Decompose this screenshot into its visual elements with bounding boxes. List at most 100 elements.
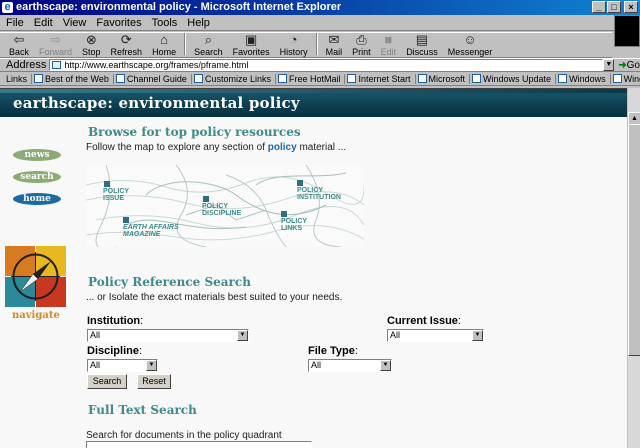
site-banner: earthscape: environmental policy: [0, 89, 627, 117]
menu-file[interactable]: File: [6, 17, 24, 29]
compass-icon[interactable]: [5, 246, 66, 307]
home-button[interactable]: ⌂ Home: [147, 32, 181, 58]
nav-home-button[interactable]: home: [13, 193, 61, 205]
link-free-hotmail[interactable]: Free HotMail: [274, 73, 340, 84]
menu-help[interactable]: Help: [187, 17, 210, 29]
address-url: http://www.earthscape.org/frames/pframe.…: [64, 60, 249, 70]
browse-heading: Browse for top policy resources: [88, 125, 301, 139]
search-button[interactable]: ⌕ Search: [189, 32, 228, 58]
reference-heading: Policy Reference Search: [88, 275, 251, 289]
menu-bar: File Edit View Favorites Tools Help: [0, 15, 640, 47]
map-marker-discipline: [203, 196, 209, 202]
scroll-thumb[interactable]: [628, 124, 640, 356]
go-button[interactable]: ➜Go: [618, 60, 640, 71]
refresh-button[interactable]: ⟳ Refresh: [106, 32, 148, 58]
file-type-select[interactable]: All ▼: [308, 359, 392, 372]
edit-button[interactable]: ■ Edit: [376, 32, 402, 58]
map-link-policy-issue[interactable]: POLICY ISSUE: [103, 188, 129, 202]
printer-icon: ⎙: [356, 32, 367, 47]
back-button[interactable]: ⇦ Back: [4, 32, 34, 58]
print-button[interactable]: ⎙ Print: [347, 32, 376, 58]
maximize-button[interactable]: □: [607, 1, 621, 13]
toolbar-separator: [184, 33, 187, 55]
go-arrow-icon: ➜: [618, 59, 627, 71]
map-link-policy-discipline[interactable]: POLICY DISCIPLINE: [202, 203, 241, 217]
map-marker-earth-affairs: [123, 217, 129, 223]
link-best-of-web[interactable]: Best of the Web: [31, 73, 109, 84]
current-issue-select[interactable]: All ▼: [387, 329, 484, 342]
link-page-icon: [558, 74, 568, 83]
menu-tools[interactable]: Tools: [152, 17, 178, 29]
address-bar: Address http://www.earthscape.org/frames…: [0, 58, 640, 72]
link-windows-update[interactable]: Windows Update: [469, 73, 551, 84]
link-page-icon: [472, 74, 482, 83]
map-link-earth-affairs[interactable]: EARTH AFFAIRS MAGAZINE: [123, 224, 179, 238]
search-submit-button[interactable]: Search: [87, 374, 127, 389]
close-button[interactable]: ×: [624, 1, 638, 13]
messenger-icon: ☺: [463, 32, 477, 47]
forward-button[interactable]: ⇨ Forward: [34, 32, 77, 58]
fulltext-search-input[interactable]: [86, 441, 312, 448]
toolbar-separator: [315, 33, 318, 55]
policy-map[interactable]: POLICY ISSUE EARTH AFFAIRS MAGAZINE POLICY…: [86, 165, 364, 247]
reset-button[interactable]: Reset: [137, 374, 171, 389]
vertical-scrollbar[interactable]: ▲: [627, 88, 640, 448]
home-icon: ⌂: [160, 32, 168, 47]
file-type-label: File Type:: [308, 345, 358, 357]
favorites-button[interactable]: ▣ Favorites: [228, 32, 275, 58]
address-dropdown-button[interactable]: ▼: [603, 59, 615, 71]
menu-favorites[interactable]: Favorites: [96, 17, 141, 29]
link-windows[interactable]: Windows: [555, 73, 606, 84]
chevron-down-icon: ▼: [237, 330, 248, 341]
link-page-icon: [347, 74, 357, 83]
menu-view[interactable]: View: [63, 17, 87, 29]
map-link-policy-institution[interactable]: POLICY INSTITUTION: [297, 187, 341, 201]
back-arrow-icon: ⇦: [13, 32, 25, 47]
map-marker-institution: [297, 180, 303, 186]
mail-icon: ✉: [328, 32, 340, 47]
messenger-button[interactable]: ☺ Messenger: [443, 32, 498, 58]
history-button[interactable]: ◔ History: [275, 32, 313, 58]
nav-news-button[interactable]: news: [13, 149, 61, 161]
banner-strip: [0, 89, 627, 93]
link-page-icon: [34, 74, 44, 83]
window-title: earthscape: environmental policy - Micro…: [16, 1, 342, 13]
browse-text: Follow the map to explore any section of…: [86, 142, 347, 153]
current-issue-label: Current Issue:: [387, 315, 461, 327]
map-marker-links: [281, 211, 287, 217]
link-channel-guide[interactable]: Channel Guide: [112, 73, 187, 84]
history-icon: ◔: [289, 32, 298, 47]
link-page-icon: [612, 74, 622, 83]
fulltext-text: Search for documents in the policy quadr…: [86, 430, 282, 441]
favorites-folder-icon: ▣: [244, 32, 258, 47]
nav-search-button[interactable]: search: [13, 171, 61, 183]
fulltext-heading: Full Text Search: [88, 403, 197, 417]
link-windows-media[interactable]: Windows Media: [609, 73, 640, 84]
discipline-select[interactable]: All ▼: [87, 359, 158, 372]
discuss-button[interactable]: ▤ Discuss: [401, 32, 443, 58]
address-input[interactable]: http://www.earthscape.org/frames/pframe.…: [49, 59, 604, 71]
browser-throbber-logo: [614, 15, 640, 47]
institution-label: Institution:: [87, 315, 144, 327]
edit-icon: ■: [384, 32, 393, 47]
link-internet-start[interactable]: Internet Start: [344, 73, 411, 84]
map-marker-issue: [104, 181, 110, 187]
navigate-label[interactable]: navigate: [12, 310, 60, 321]
forward-arrow-icon: ⇨: [50, 32, 61, 47]
page-content: earthscape: environmental policy news se…: [0, 88, 627, 448]
menu-edit[interactable]: Edit: [34, 17, 53, 29]
stop-icon: ⊗: [85, 32, 97, 47]
link-customize-links[interactable]: Customize Links: [190, 73, 271, 84]
page-icon: [52, 61, 62, 69]
stop-button[interactable]: ⊗ Stop: [77, 32, 106, 58]
link-page-icon: [115, 74, 125, 83]
discuss-icon: ▤: [415, 32, 429, 47]
toolbar: ⇦ Back ⇨ Forward ⊗ Stop ⟳ Refresh ⌂ Home ⌕ Sea…: [0, 32, 612, 58]
policy-link[interactable]: policy: [268, 142, 297, 153]
institution-select[interactable]: All ▼: [87, 329, 249, 342]
chevron-down-icon: ▼: [380, 360, 391, 371]
minimize-button[interactable]: _: [592, 1, 606, 13]
mail-button[interactable]: ✉ Mail: [321, 32, 348, 58]
link-microsoft[interactable]: Microsoft: [414, 73, 465, 84]
map-link-policy-links[interactable]: POLICY LINKS: [281, 218, 307, 232]
